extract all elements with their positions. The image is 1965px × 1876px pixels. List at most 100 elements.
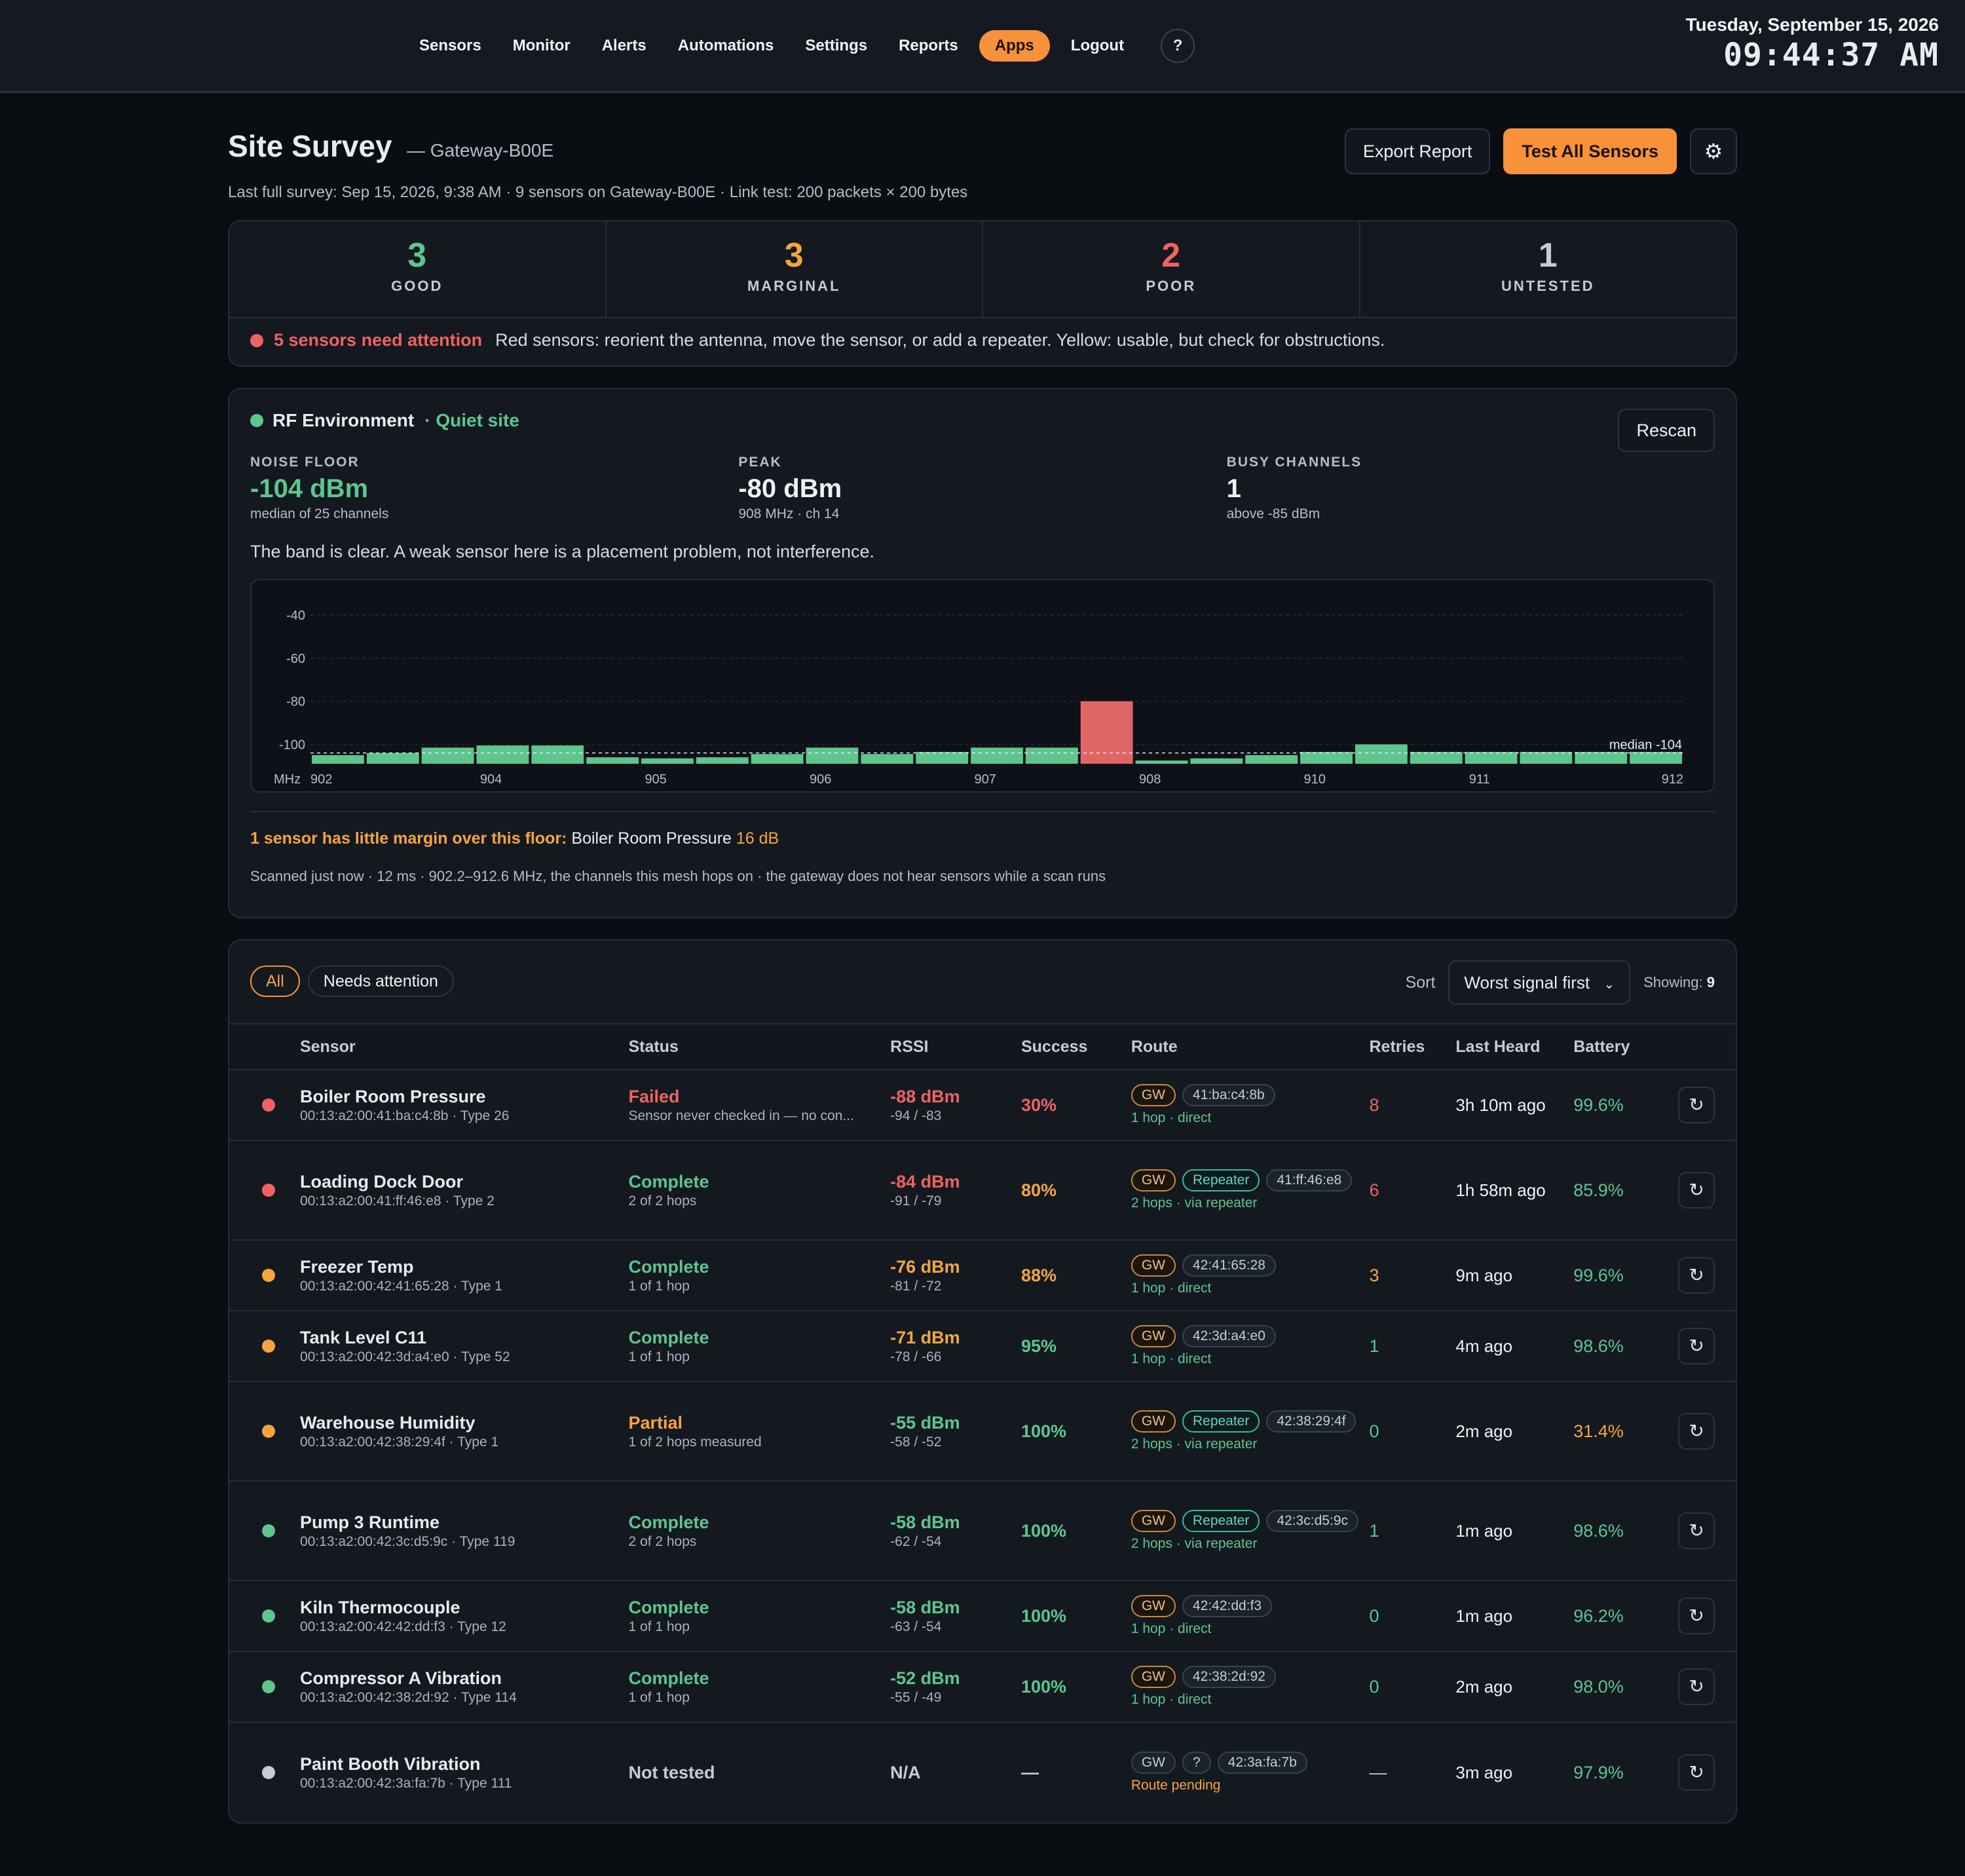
- stat-poor: 2 POOR: [983, 221, 1360, 317]
- retries-cell: 6: [1369, 1180, 1455, 1201]
- col-battery[interactable]: Battery: [1573, 1038, 1678, 1057]
- help-button[interactable]: ?: [1161, 29, 1195, 63]
- retest-button[interactable]: ↻: [1678, 1172, 1715, 1209]
- sensor-id: 00:13:a2:00:42:3c:d5:9c · Type 119: [299, 1533, 515, 1549]
- spectrum-bar: [971, 747, 1023, 764]
- stat-good: 3 GOOD: [229, 221, 607, 317]
- sensor-id: 00:13:a2:00:41:ba:c4:8b · Type 26: [299, 1108, 510, 1123]
- spectrum-bar: [916, 751, 969, 764]
- success-value: 80%: [1020, 1180, 1057, 1200]
- action-cell: ↻: [1678, 1087, 1736, 1123]
- route-cell: GW 42:41:65:28 1 hop · direct: [1131, 1254, 1370, 1296]
- battery-cell: 98.0%: [1573, 1677, 1678, 1697]
- sensor-cell: Pump 3 Runtime 00:13:a2:00:42:3c:d5:9c · …: [300, 1512, 629, 1550]
- rescan-button[interactable]: Rescan: [1618, 409, 1715, 452]
- status-dot-icon: [262, 1609, 275, 1623]
- rssi-value: -55 dBm: [890, 1412, 960, 1433]
- success-value: 100%: [1020, 1605, 1067, 1626]
- nav-reports[interactable]: Reports: [888, 30, 969, 62]
- success-value: 30%: [1020, 1095, 1057, 1115]
- nav-automations[interactable]: Automations: [667, 30, 785, 62]
- filter-all[interactable]: All: [250, 966, 300, 997]
- sensor-name: Boiler Room Pressure: [299, 1086, 486, 1106]
- retest-button[interactable]: ↻: [1678, 1754, 1715, 1791]
- metric-sub: median of 25 channels: [250, 506, 389, 521]
- retest-button[interactable]: ↻: [1678, 1598, 1715, 1634]
- battery-value: 97.9%: [1573, 1762, 1624, 1782]
- sensor-cell: Compressor A Vibration 00:13:a2:00:42:38:…: [300, 1668, 629, 1706]
- col-rssi[interactable]: RSSI: [890, 1038, 1021, 1057]
- rssi-value: -88 dBm: [890, 1086, 960, 1106]
- test-all-sensors-button[interactable]: Test All Sensors: [1503, 128, 1677, 174]
- route-badges: GW 42:41:65:28: [1131, 1254, 1370, 1277]
- col-retries[interactable]: Retries: [1369, 1038, 1455, 1057]
- nav-logout[interactable]: Logout: [1060, 30, 1134, 62]
- node-badge: 42:3a:fa:7b: [1217, 1752, 1307, 1774]
- retest-button[interactable]: ↻: [1678, 1512, 1715, 1549]
- route-cell: GW Repeater 42:3c:d5:9c 2 hops · via repeat…: [1131, 1510, 1370, 1552]
- metric-label: BUSY CHANNELS: [1226, 455, 1362, 470]
- table-row: Freezer Temp 00:13:a2:00:42:41:65:28 · Ty…: [229, 1241, 1736, 1311]
- margin-warning-value: 16 dB: [736, 829, 779, 848]
- metric-peak: PEAK -80 dBm 908 MHz · ch 14: [738, 455, 1226, 522]
- status-dot-icon: [262, 1766, 275, 1779]
- retest-button[interactable]: ↻: [1678, 1668, 1715, 1705]
- battery-value: 98.6%: [1573, 1336, 1624, 1356]
- sort-value: Worst signal first: [1464, 973, 1590, 992]
- last-heard-value: 3h 10m ago: [1455, 1095, 1546, 1115]
- nav-settings[interactable]: Settings: [795, 30, 878, 62]
- stat-value: 3: [784, 236, 804, 274]
- filter-needs-attention[interactable]: Needs attention: [307, 966, 454, 997]
- col-success[interactable]: Success: [1021, 1038, 1131, 1057]
- rssi-value: -58 dBm: [890, 1512, 960, 1532]
- metric-label: PEAK: [738, 455, 782, 470]
- status-text: Failed: [628, 1086, 680, 1106]
- nav-apps[interactable]: Apps: [979, 30, 1050, 62]
- route-note: 2 hops · via repeater: [1131, 1536, 1258, 1551]
- rssi-range: -62 / -54: [890, 1533, 942, 1549]
- battery-value: 85.9%: [1573, 1180, 1624, 1200]
- export-report-button[interactable]: Export Report: [1344, 128, 1491, 174]
- col-last-heard[interactable]: Last Heard: [1455, 1038, 1573, 1057]
- stat-label: MARGINAL: [747, 278, 841, 294]
- status-cell: [229, 1340, 300, 1353]
- retest-button[interactable]: ↻: [1678, 1413, 1715, 1450]
- table-row: Kiln Thermocouple 00:13:a2:00:42:42:dd:f3…: [229, 1581, 1736, 1652]
- gear-icon: ⚙: [1704, 140, 1723, 163]
- route-cell: GW? 42:3a:fa:7b Route pending: [1131, 1752, 1370, 1793]
- col-sensor[interactable]: Sensor: [300, 1038, 629, 1057]
- table-row: Warehouse Humidity 00:13:a2:00:42:38:29:4…: [229, 1382, 1736, 1482]
- retest-button[interactable]: ↻: [1678, 1328, 1715, 1364]
- spectrum-bar: [1410, 751, 1463, 764]
- retest-button[interactable]: ↻: [1678, 1257, 1715, 1294]
- route-cell: GW 42:42:dd:f3 1 hop · direct: [1131, 1595, 1370, 1637]
- nav-sensors[interactable]: Sensors: [409, 30, 492, 62]
- last-heard-value: 1h 58m ago: [1455, 1180, 1546, 1200]
- retest-button[interactable]: ↻: [1678, 1087, 1715, 1123]
- clock-date: Tuesday, September 15, 2026: [1685, 14, 1939, 35]
- retries-value: 0: [1369, 1605, 1379, 1626]
- route-badges: GW Repeater 42:3c:d5:9c: [1131, 1510, 1370, 1532]
- status-dot-icon: [262, 1184, 275, 1197]
- route-note: 1 hop · direct: [1131, 1110, 1212, 1125]
- status-cell: [229, 1609, 300, 1623]
- sensor-cell: Boiler Room Pressure 00:13:a2:00:41:ba:c4…: [300, 1087, 629, 1124]
- battery-cell: 99.6%: [1573, 1095, 1678, 1116]
- status-cell: [229, 1269, 300, 1282]
- sort-select[interactable]: Worst signal first ⌄: [1448, 960, 1631, 1005]
- sensor-cell: Paint Booth Vibration 00:13:a2:00:42:3a:f…: [300, 1754, 629, 1792]
- route-note: 1 hop · direct: [1131, 1621, 1212, 1636]
- sensor-id: 00:13:a2:00:42:41:65:28 · Type 1: [299, 1278, 502, 1294]
- spectrum-svg: -40 -60 -80 -100 median -104 MHz 902 904 905 906 9…: [274, 609, 1683, 787]
- rssi-range: -94 / -83: [890, 1108, 942, 1123]
- col-status[interactable]: Status: [629, 1038, 891, 1057]
- nav-monitor[interactable]: Monitor: [502, 30, 581, 62]
- rssi-cell: -58 dBm -63 / -54: [890, 1598, 1021, 1635]
- settings-button[interactable]: ⚙: [1690, 128, 1737, 174]
- rf-environment-panel: RF Environment · Quiet site Rescan NOISE…: [228, 388, 1737, 918]
- route-cell: GW 42:38:2d:92 1 hop · direct: [1131, 1666, 1370, 1708]
- nav-alerts[interactable]: Alerts: [591, 30, 657, 62]
- retries-value: 0: [1369, 1676, 1379, 1697]
- success-cell: —: [1021, 1763, 1131, 1783]
- col-route[interactable]: Route: [1131, 1038, 1370, 1057]
